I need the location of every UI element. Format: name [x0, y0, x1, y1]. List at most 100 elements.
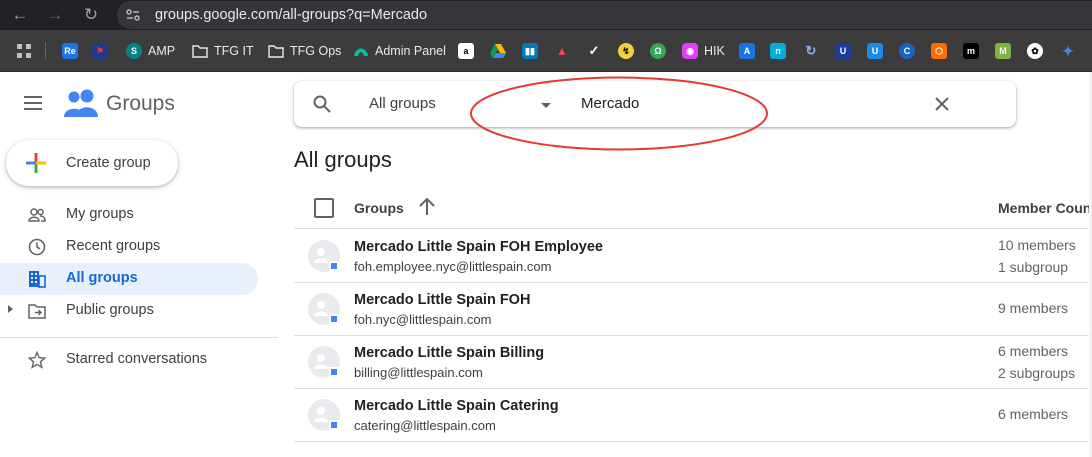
bookmark-green[interactable]: Ω — [650, 30, 666, 71]
bookmark-amazon[interactable]: a — [458, 30, 474, 71]
folder-icon — [192, 44, 208, 58]
bookmark-translate[interactable]: A — [739, 30, 755, 71]
bookmark-label: TFG IT — [214, 43, 254, 58]
mm-icon: m — [963, 42, 979, 59]
page-title: All groups — [294, 147, 392, 172]
bookmark-tfg-it[interactable]: TFG IT — [192, 30, 254, 71]
u-dark-icon: U — [835, 42, 851, 59]
bookmark-label: HIK — [704, 43, 725, 58]
n-icon: n — [770, 42, 786, 59]
translate-icon: A — [739, 42, 755, 59]
bookmark-bolt[interactable]: ↯ — [618, 30, 634, 71]
bookmarks-bar: Re ⚑ S AMP TFG IT TFG Ops Admin Panel a ▮… — [0, 30, 1092, 72]
nav-public-groups[interactable]: Public groups — [0, 295, 258, 327]
orange-hex-icon: ⬡ — [931, 42, 947, 59]
nav-recent-groups[interactable]: Recent groups — [0, 231, 258, 263]
nav-all-groups[interactable]: All groups — [0, 263, 258, 295]
search-icon[interactable] — [313, 95, 331, 113]
bookmark-label: AMP — [148, 43, 176, 58]
bookmark-orange[interactable]: ⬡ — [931, 30, 947, 71]
main-menu-icon[interactable] — [24, 96, 42, 110]
swirl-icon: ↻ — [803, 42, 819, 59]
plus-icon — [26, 153, 46, 173]
group-avatar-icon — [314, 301, 339, 324]
bookmark-c[interactable]: C — [899, 30, 915, 71]
drive-icon — [490, 43, 506, 58]
bookmark-tfg-ops[interactable]: TFG Ops — [268, 30, 341, 71]
sort-ascending-icon[interactable] — [418, 197, 436, 217]
select-all-checkbox[interactable] — [314, 198, 334, 218]
app-name: Groups — [106, 92, 175, 115]
url-text: groups.google.com/all-groups?q=Mercado — [155, 7, 428, 23]
group-avatar-icon — [314, 248, 339, 271]
search-scope-select[interactable]: All groups — [369, 95, 436, 112]
column-header-groups[interactable]: Groups — [354, 200, 404, 216]
bookmark-re[interactable]: Re — [62, 30, 78, 71]
table-header: Groups Member Count — [294, 188, 1092, 229]
expand-caret-icon[interactable] — [8, 305, 13, 313]
create-group-button[interactable]: Create group — [6, 140, 178, 186]
nav-label: Starred conversations — [66, 351, 208, 367]
nav-label: My groups — [66, 206, 134, 222]
group-avatar-icon — [314, 407, 339, 430]
c-icon: C — [899, 42, 915, 59]
admin-panel-icon — [354, 48, 368, 56]
table-row[interactable]: Mercado Little Spain Catering catering@l… — [294, 388, 1092, 442]
bookmark-n[interactable]: n — [770, 30, 786, 71]
group-avatar — [308, 293, 340, 325]
bookmark-gemini[interactable]: ✦ — [1060, 30, 1076, 71]
create-group-label: Create group — [66, 155, 151, 171]
bookmark-label: TFG Ops — [290, 43, 342, 58]
back-arrow-icon[interactable]: ← — [5, 0, 35, 30]
amazon-icon: a — [458, 42, 474, 59]
bookmark-m-green[interactable]: M — [995, 30, 1011, 71]
bookmark-separator — [45, 42, 46, 59]
check-icon: ✓ — [586, 42, 602, 59]
member-count: 6 members — [998, 343, 1069, 359]
nav-starred[interactable]: Starred conversations — [0, 344, 258, 376]
bookmark-swirl[interactable]: ↻ — [803, 30, 819, 71]
table-row[interactable]: Mercado Little Spain Billing billing@lit… — [294, 335, 1092, 389]
bookmark-label: Admin Panel — [375, 43, 446, 58]
bookmark-trello[interactable]: ▮▮ — [522, 30, 538, 71]
table-row[interactable]: Mercado Little Spain FOH foh.nyc@littles… — [294, 282, 1092, 336]
group-email: foh.nyc@littlespain.com — [354, 312, 492, 327]
table-row[interactable]: Mercado Little Spain FOH Employee foh.em… — [294, 229, 1092, 283]
bookmark-u-light[interactable]: U — [867, 30, 883, 71]
bookmark-openai[interactable]: ✿ — [1027, 30, 1043, 71]
bookmark-monday[interactable]: ▲ — [554, 30, 570, 71]
bookmark-drive[interactable] — [490, 30, 506, 71]
bookmark-admin-panel[interactable]: Admin Panel — [353, 30, 446, 71]
column-header-member-count[interactable]: Member Count — [998, 200, 1092, 216]
nav-label: All groups — [66, 270, 138, 286]
bookmark-hik[interactable]: ◉ HIK — [682, 30, 725, 71]
address-bar[interactable]: groups.google.com/all-groups?q=Mercado — [117, 1, 1092, 29]
site-settings-icon[interactable] — [125, 7, 141, 23]
member-count: 6 members — [998, 406, 1069, 422]
forward-arrow-icon[interactable]: → — [40, 0, 70, 30]
group-email: billing@littlespain.com — [354, 365, 483, 380]
bookmark-u-dark[interactable]: U — [835, 30, 851, 71]
bookmark-check[interactable]: ✓ — [586, 30, 602, 71]
group-email: foh.employee.nyc@littlespain.com — [354, 259, 552, 274]
group-avatar — [308, 240, 340, 272]
group-avatar — [308, 399, 340, 431]
bookmark-amp[interactable]: S AMP — [126, 30, 175, 71]
u-light-icon: U — [867, 42, 883, 59]
re-icon: Re — [62, 42, 78, 59]
clear-search-icon[interactable] — [932, 94, 952, 114]
group-avatar-icon — [314, 354, 339, 377]
bookmark-mm[interactable]: m — [963, 30, 979, 71]
apps-grid-icon[interactable] — [16, 30, 32, 71]
hik-icon: ◉ — [682, 42, 698, 59]
sharepoint-icon: S — [126, 42, 142, 59]
group-name[interactable]: Mercado Little Spain FOH Employee — [354, 239, 603, 255]
subgroup-count: 2 subgroups — [998, 365, 1076, 381]
group-name[interactable]: Mercado Little Spain FOH — [354, 292, 530, 308]
reload-icon[interactable]: ↻ — [76, 0, 106, 30]
nav-my-groups[interactable]: My groups — [0, 199, 258, 231]
bookmark-mlb[interactable]: ⚑ — [92, 30, 108, 71]
group-avatar — [308, 346, 340, 378]
group-name[interactable]: Mercado Little Spain Billing — [354, 345, 544, 361]
group-name[interactable]: Mercado Little Spain Catering — [354, 398, 559, 414]
